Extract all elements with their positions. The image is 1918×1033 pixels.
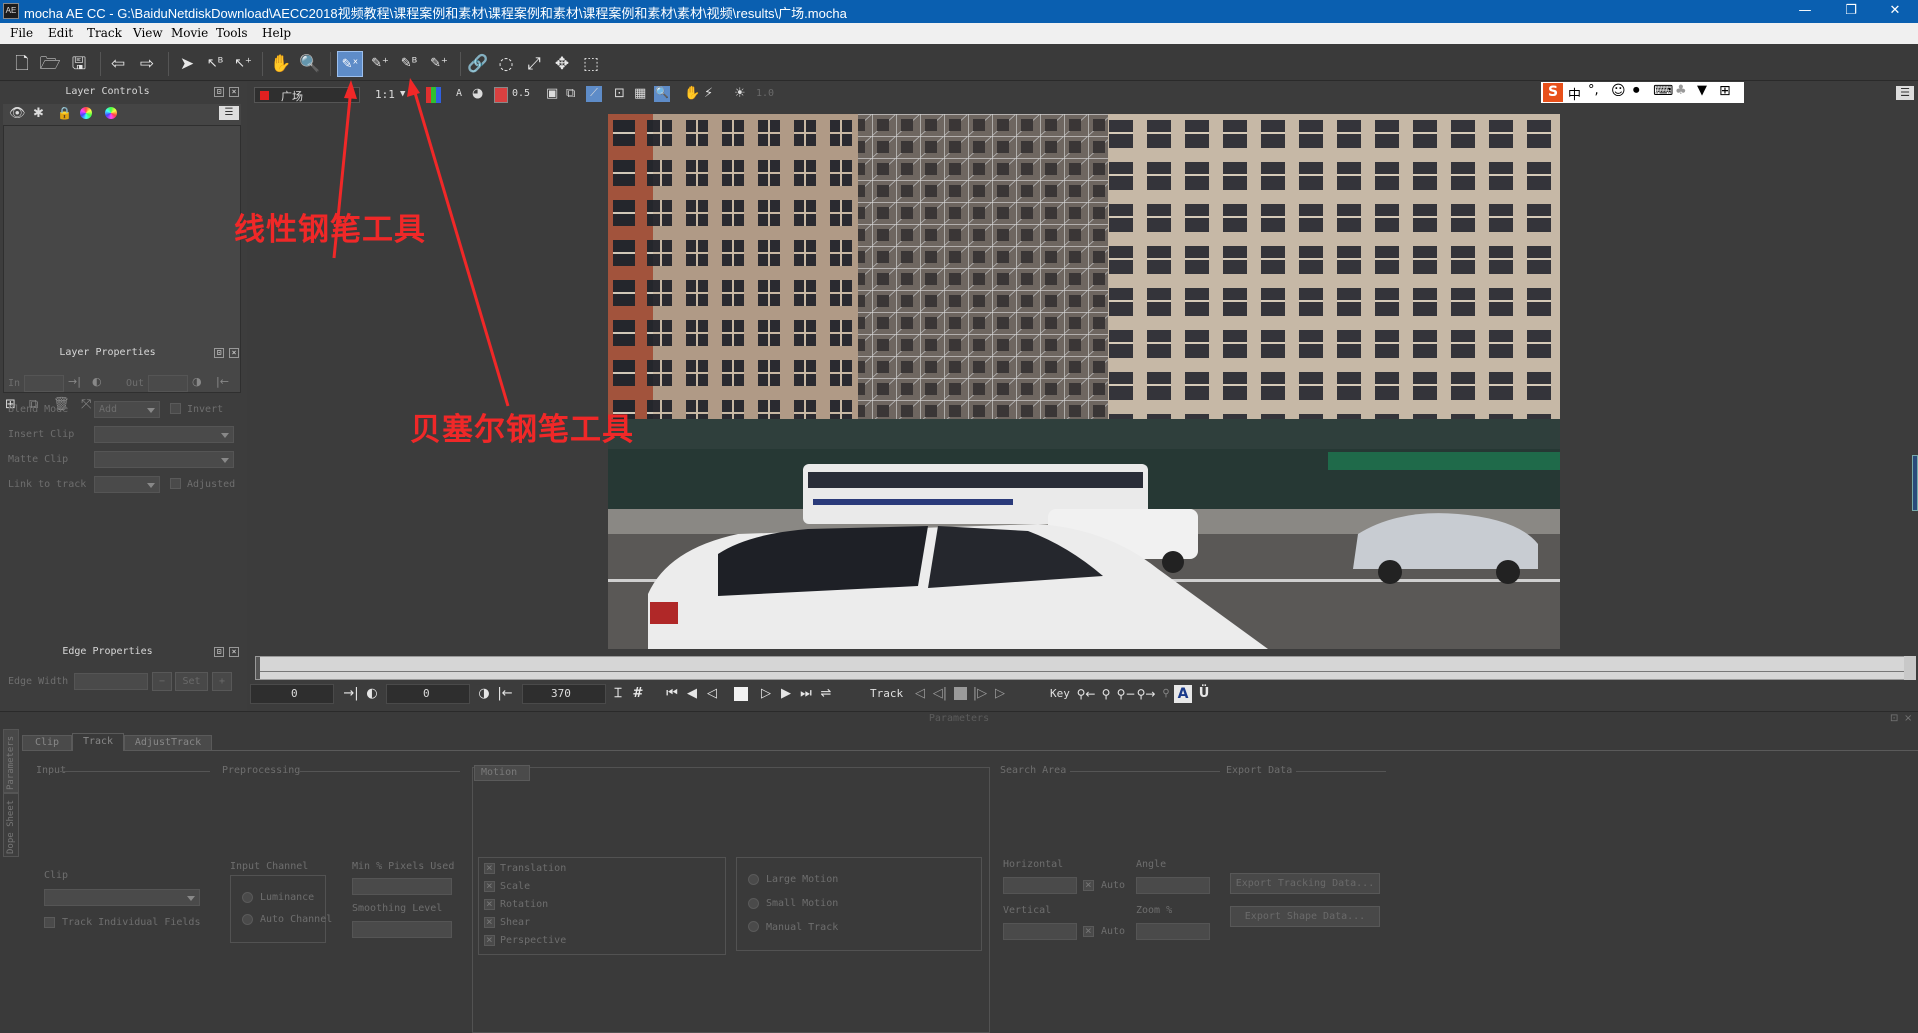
bezier-pen-arrowhead — [407, 78, 420, 97]
bezier-pen-annotation: 贝塞尔钢笔工具 — [410, 412, 634, 448]
bezier-pen-arrow — [411, 85, 510, 407]
annotation-arrows — [332, 78, 510, 407]
linear-pen-arrowhead — [344, 80, 357, 99]
linear-pen-annotation: 线性钢笔工具 — [234, 212, 426, 248]
